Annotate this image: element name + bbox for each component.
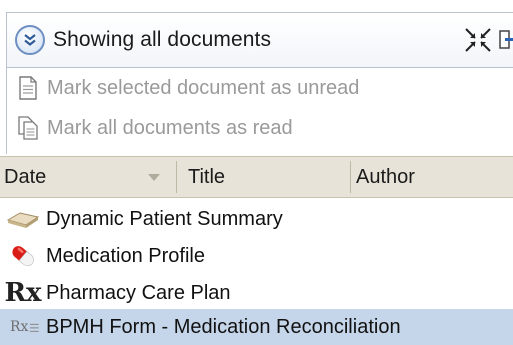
documents-panel: Showing all documents Mark selected docu… [0, 0, 513, 345]
list-item[interactable]: Rx Pharmacy Care Plan [0, 275, 513, 311]
list-item[interactable]: Dynamic Patient Summary [0, 201, 513, 237]
column-author[interactable]: Author [356, 157, 513, 197]
collapse-arrows-icon[interactable] [463, 26, 493, 54]
document-title: Dynamic Patient Summary [46, 207, 283, 230]
mark-selected-unread-label: Mark selected document as unread [47, 76, 360, 99]
mark-all-read-label: Mark all documents as read [47, 116, 293, 139]
rx-icon-text: Rx [4, 278, 42, 308]
filter-label[interactable]: Showing all documents [53, 28, 271, 52]
rx-form-icon: Rx [10, 312, 40, 342]
pill-icon [6, 241, 40, 271]
column-author-label: Author [356, 165, 415, 188]
list-item-selected[interactable]: Rx BPMH Form - Medication Reconciliation [0, 309, 513, 345]
list-item[interactable]: Medication Profile [0, 238, 513, 274]
mark-all-read-link[interactable]: Mark all documents as read [17, 116, 293, 140]
document-title: Medication Profile [46, 244, 205, 267]
document-icon [19, 76, 37, 100]
column-divider[interactable] [176, 161, 177, 193]
summary-icon [6, 204, 40, 234]
documents-icon [18, 116, 38, 140]
mark-selected-unread-link[interactable]: Mark selected document as unread [17, 76, 359, 100]
column-date-label: Date [4, 165, 47, 188]
document-actions: Mark selected document as unread Mark al… [6, 68, 513, 154]
sort-descending-icon [148, 174, 160, 181]
rx-icon: Rx [4, 278, 42, 308]
column-title-label: Title [188, 165, 226, 188]
document-title: Pharmacy Care Plan [46, 281, 231, 304]
document-title: BPMH Form - Medication Reconciliation [46, 315, 401, 338]
double-chevron-down-icon[interactable] [15, 25, 45, 55]
filter-bar: Showing all documents [6, 12, 513, 68]
rx-form-icon-text: Rx [10, 319, 29, 335]
exit-icon[interactable] [499, 26, 513, 54]
column-divider[interactable] [350, 161, 351, 193]
column-title[interactable]: Title [188, 157, 348, 197]
column-header: Date Title Author [0, 156, 513, 198]
